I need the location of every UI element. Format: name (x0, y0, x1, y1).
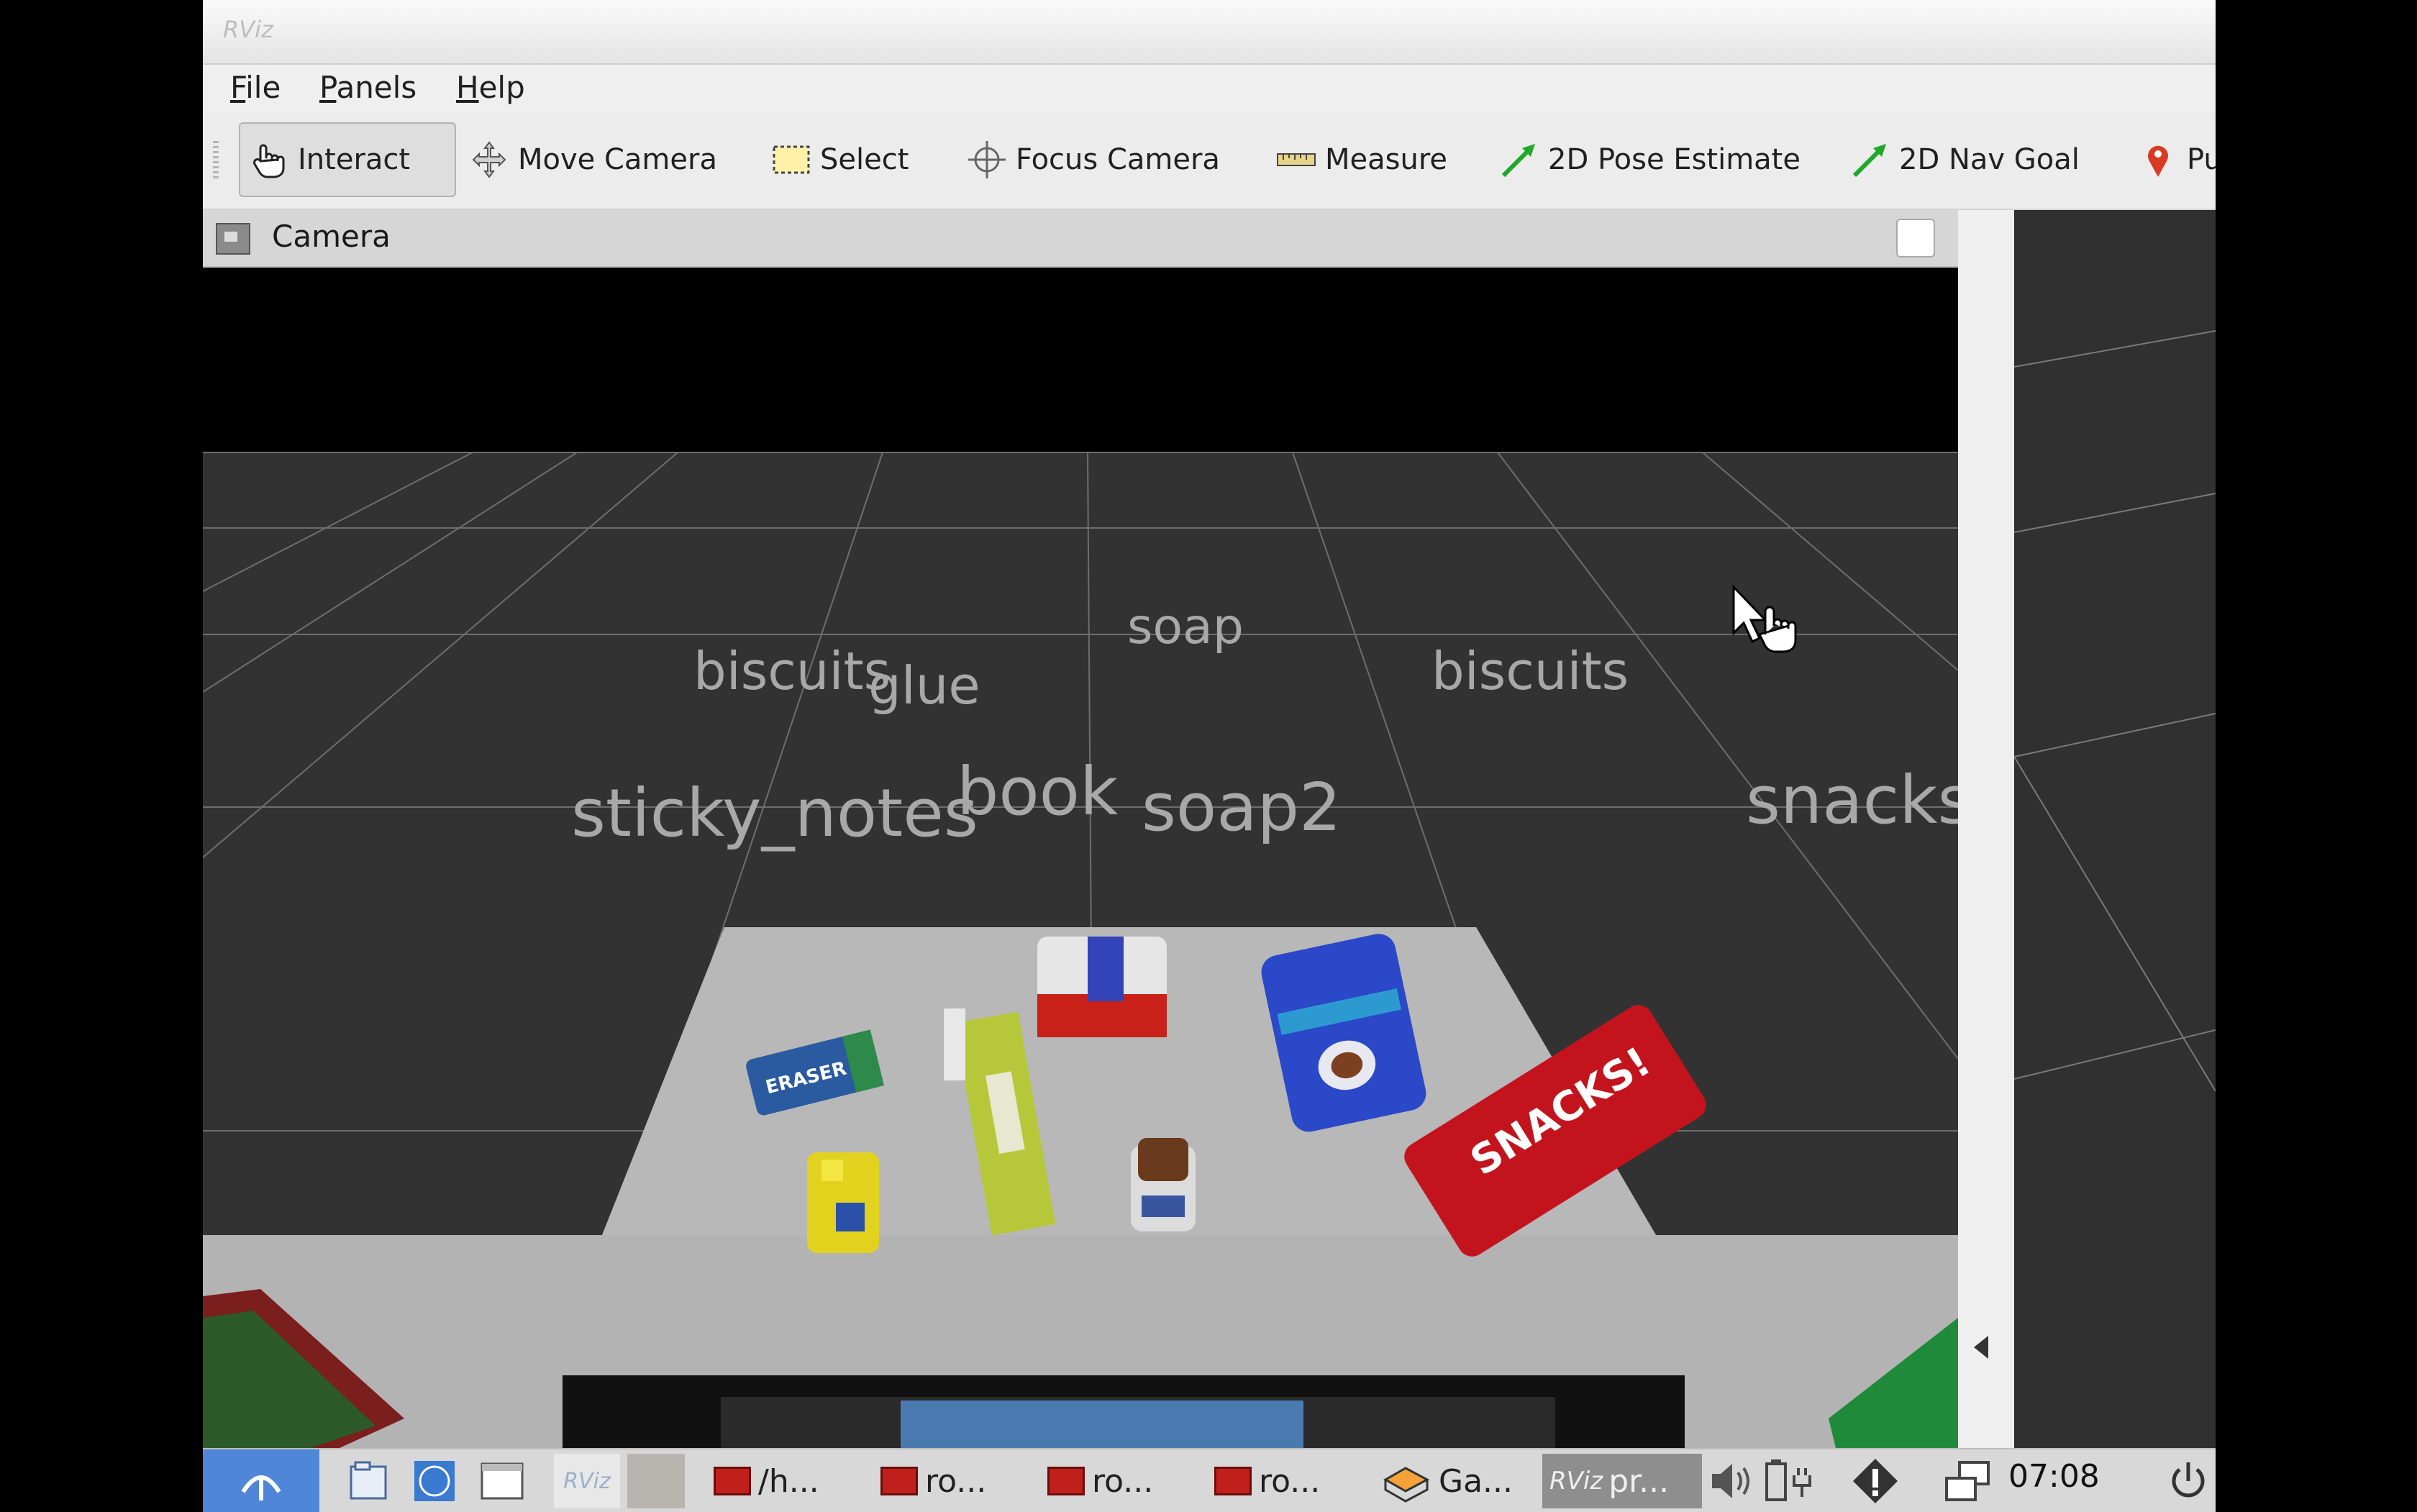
collapse-arrow-icon[interactable] (1974, 1336, 1988, 1359)
measure-tool-button[interactable]: Measure (1276, 122, 1447, 197)
browser-launcher[interactable] (411, 1454, 458, 1508)
pose-estimate-label: 2D Pose Estimate (1548, 143, 1801, 176)
label-sticky-notes: sticky_notes (571, 775, 978, 852)
taskbar-window-4[interactable]: ro... (1214, 1454, 1320, 1508)
start-menu-button[interactable] (203, 1449, 319, 1512)
panel-float-button[interactable] (1896, 219, 1935, 258)
label-glue: glue (868, 655, 980, 716)
start-menu-icon (241, 1475, 281, 1500)
clock[interactable]: 07:08 (2008, 1458, 2100, 1495)
volume-button[interactable] (1706, 1454, 1757, 1508)
crosshair-icon (967, 140, 1007, 180)
label-biscuits-right: biscuits (1431, 641, 1629, 701)
taskbar: RViz /h... ro... ro... ro... Ga... RViz … (203, 1448, 2216, 1512)
warning-icon (1853, 1459, 1898, 1503)
camera-scene: ERASER SNACKS! biscuits glue soap biscui… (203, 268, 1958, 1448)
publish-point-tool-button[interactable]: Pu (2138, 122, 2216, 197)
select-rectangle-icon (771, 140, 811, 180)
battery-plug-icon (1765, 1459, 1811, 1501)
power-icon (2172, 1462, 2205, 1498)
label-soap2: soap2 (1142, 769, 1342, 846)
interact-tool-button[interactable]: Interact (239, 122, 456, 197)
globe-icon (414, 1461, 455, 1501)
gazebo-icon (1383, 1467, 1430, 1503)
camera-panel-titlebar[interactable]: Camera (203, 210, 1958, 268)
camera-panel-icon (216, 223, 250, 255)
3d-render-view[interactable] (2014, 210, 2216, 1448)
label-soap: soap (1127, 598, 1244, 655)
panel-splitter[interactable] (1959, 210, 2013, 1448)
focus-camera-label: Focus Camera (1016, 143, 1220, 176)
select-tool-button[interactable]: Select (771, 122, 909, 197)
taskbar-window-rviz-label: pr... (1608, 1462, 1670, 1500)
focus-camera-tool-button[interactable]: Focus Camera (967, 122, 1220, 197)
menu-file[interactable]: File (230, 69, 281, 106)
taskbar-window-gazebo-label: Ga... (1439, 1462, 1514, 1500)
pager-rviz-icon: RViz (563, 1468, 611, 1494)
grid-view (2014, 330, 2216, 1092)
rviz-window: RViz File Panels Help Interact Move Came… (203, 0, 2216, 1448)
nav-goal-label: 2D Nav Goal (1899, 143, 2080, 176)
map-pin-icon (2138, 140, 2178, 180)
windows-icon (1945, 1461, 1990, 1501)
hand-pointer-icon (249, 140, 289, 180)
terminal-icon (880, 1467, 918, 1495)
taskbar-window-1[interactable]: /h... (714, 1454, 819, 1508)
menu-help[interactable]: Help (456, 69, 525, 106)
toolbar-grip[interactable] (213, 141, 219, 181)
folder-icon (350, 1461, 387, 1500)
terminal-icon (1214, 1467, 1252, 1495)
taskbar-window-2[interactable]: ro... (880, 1454, 986, 1508)
green-arrow-icon (1499, 140, 1539, 180)
rviz-app-icon: RViz (1549, 1467, 1603, 1495)
rviz-app-icon: RViz (223, 16, 273, 43)
taskbar-window-rviz-active[interactable]: RViz pr... (1542, 1454, 1702, 1508)
speaker-icon (1712, 1464, 1749, 1498)
shutdown-button[interactable] (2167, 1454, 2210, 1508)
small-white-object (944, 1008, 965, 1080)
title-bar[interactable]: RViz (203, 0, 2216, 65)
taskbar-window-3-label: ro... (1092, 1462, 1154, 1500)
desktop-pager-1[interactable]: RViz (554, 1454, 620, 1508)
interact-label: Interact (298, 143, 411, 176)
taskbar-window-3[interactable]: ro... (1047, 1454, 1153, 1508)
measure-label: Measure (1325, 143, 1447, 176)
terminal-icon (1047, 1467, 1085, 1495)
move-camera-tool-button[interactable]: Move Camera (469, 122, 717, 197)
publish-point-label: Pu (2187, 143, 2216, 176)
move-arrows-icon (469, 140, 509, 180)
taskbar-window-2-label: ro... (925, 1462, 987, 1500)
move-camera-label: Move Camera (518, 143, 717, 176)
taskbar-window-gazebo[interactable]: Ga... (1381, 1454, 1513, 1508)
menu-panels[interactable]: Panels (319, 69, 417, 106)
taskbar-window-4-label: ro... (1259, 1462, 1321, 1500)
soap-object (1037, 937, 1167, 1037)
menu-bar: File Panels Help (203, 65, 2216, 111)
label-biscuits-left: biscuits (693, 641, 891, 701)
label-snacks: snacks (1746, 762, 1958, 839)
glue-object (807, 1152, 879, 1253)
label-book: book (957, 753, 1119, 830)
green-arrow-icon (1850, 140, 1890, 180)
ruler-icon (1276, 140, 1316, 180)
camera-panel-title: Camera (272, 219, 391, 254)
tool-toolbar: Interact Move Camera Select Focus Camera (203, 112, 2216, 210)
camera-viewport[interactable]: ERASER SNACKS! biscuits glue soap biscui… (203, 268, 1958, 1448)
power-status-button[interactable] (1762, 1454, 1820, 1508)
pose-estimate-tool-button[interactable]: 2D Pose Estimate (1499, 122, 1801, 197)
notification-button[interactable] (1850, 1454, 1901, 1508)
file-manager-launcher[interactable] (347, 1454, 393, 1508)
window-switcher-button[interactable] (1942, 1454, 1993, 1508)
taskbar-window-1-label: /h... (758, 1462, 819, 1500)
nav-goal-tool-button[interactable]: 2D Nav Goal (1850, 122, 2080, 197)
window-icon (481, 1462, 524, 1500)
select-label: Select (820, 143, 909, 176)
desktop-pager-2[interactable] (627, 1454, 685, 1508)
terminal-launcher[interactable] (479, 1454, 525, 1508)
soap2-object (1131, 1138, 1196, 1231)
terminal-icon (714, 1467, 751, 1495)
